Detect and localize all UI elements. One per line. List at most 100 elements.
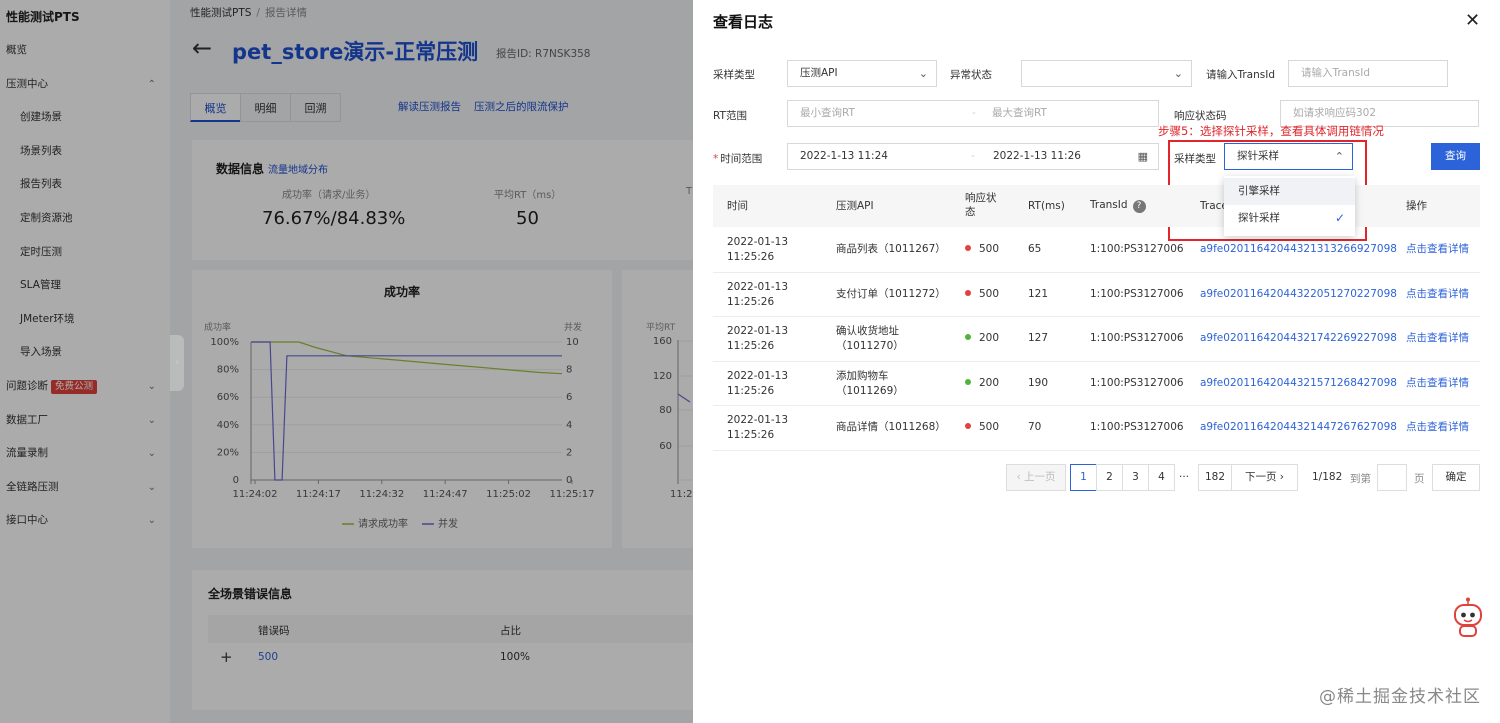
row-status: 500 [979,287,1000,300]
dropdown-option-probe[interactable]: 探针采样 ✓ [1224,205,1355,232]
cell-time: 2022-01-13 11:25:26 [727,235,788,265]
help-icon[interactable]: ? [1132,200,1146,213]
col-transid: TransId? [1090,198,1146,213]
cell-rt: 121 [1028,287,1048,302]
cell-op: 点击查看详情 [1406,331,1469,346]
log-table-header: 时间 压测API 响应状态 RT(ms) TransId? Trace 操作 [713,185,1480,227]
cell-transid: 1:100:PS3127006 [1090,376,1184,391]
cell-api: 支付订单（1011272） [836,287,946,302]
col-op: 操作 [1406,200,1427,212]
cell-op: 点击查看详情 [1406,420,1469,435]
view-detail-link[interactable]: 点击查看详情 [1406,377,1469,389]
row-time: 11:25:26 [727,251,775,263]
sidebar-collapse-handle[interactable]: ‹ [170,335,184,391]
transid-placeholder: 请输入TransId [1301,67,1371,79]
query-button[interactable]: 查询 [1431,143,1480,170]
close-icon[interactable]: ✕ [1465,10,1480,31]
cell-api: 确认收货地址 （1011270） [836,324,904,354]
row-trace-link[interactable]: a9fe0201164204432144726762709​8 [1200,421,1397,433]
page-button[interactable]: 3 [1122,464,1149,491]
view-detail-link[interactable]: 点击查看详情 [1406,243,1469,255]
cell-transid: 1:100:PS3127006 [1090,331,1184,346]
cell-api: 商品详情（1011268） [836,420,946,435]
cell-api: 商品列表（1011267） [836,242,946,257]
cell-time: 2022-01-13 11:25:26 [727,280,788,310]
view-detail-link[interactable]: 点击查看详情 [1406,421,1469,433]
col-status-line2: 态 [965,206,976,218]
cell-rt: 65 [1028,242,1041,257]
table-row: 2022-01-13 11:25:26 商品详情（1011268） 500 70 1:10… [713,406,1480,451]
time-range-picker[interactable]: 2022-1-13 11:24 - 2022-1-13 11:26 ▦ [787,143,1159,170]
cell-status: 500 [965,242,999,257]
next-page-label: 下一页 [1244,471,1277,483]
row-trace-link[interactable]: a9fe0201164204432174226922709​8 [1200,332,1397,344]
row-time: 11:25:26 [727,384,775,397]
sample-type-2-select[interactable]: 探针采样 ⌃ [1224,143,1353,170]
table-row: 2022-01-13 11:25:26 确认收货地址 （1011270） 200 127 1… [713,317,1480,362]
row-date: 2022-01-13 [727,236,789,248]
abnormal-status-label: 异常状态 [950,69,992,81]
chevron-down-icon: ⌄ [1173,67,1183,80]
transid-input[interactable]: 请输入TransId [1288,60,1448,87]
row-api: 支付订单（1011272） [836,287,946,300]
sample-type-2-value: 探针采样 [1237,150,1279,162]
view-detail-link[interactable]: 点击查看详情 [1406,332,1469,344]
row-date: 2022-01-13 [727,369,789,382]
cell-time: 2022-01-13 11:25:26 [727,369,788,399]
calendar-icon: ▦ [1137,150,1148,163]
time-range-sep: - [971,150,975,162]
time-end[interactable]: 2022-1-13 11:26 [993,144,1081,169]
row-date: 2022-01-13 [727,325,789,338]
sample-type-select[interactable]: 压测API ⌄ [787,60,937,87]
assistant-robot-icon[interactable] [1451,597,1485,639]
required-mark: * [713,153,719,165]
sample-type-value: 压测API [800,67,838,79]
page-button[interactable]: 1 [1070,464,1097,491]
status-dot [965,423,971,430]
time-start[interactable]: 2022-1-13 11:24 [800,150,888,162]
row-time: 11:25:26 [727,295,775,308]
goto-page-input[interactable] [1377,464,1407,491]
page-button[interactable]: 182 [1198,464,1232,491]
col-api: 压测API [836,200,874,212]
cell-trace: a9fe0201164204432157126842709​8 [1200,376,1397,391]
row-api: 确认收货地址 [836,325,899,338]
rt-max-placeholder: 最大查询RT [992,107,1047,119]
status-dot [965,245,971,251]
cell-op: 点击查看详情 [1406,242,1469,257]
row-trace-link[interactable]: a9fe020116420443213132669270​98 [1200,243,1397,255]
dropdown-option-engine[interactable]: 引擎采样 [1224,178,1355,205]
row-api: 商品列表（1011267） [836,243,946,255]
modal-overlay[interactable] [0,0,693,723]
rt-range-input[interactable]: 最小查询RT 最大查询RT - [787,100,1159,127]
col-rt: RT(ms) [1028,200,1065,212]
prev-page-button[interactable]: ‹ 上一页 [1006,464,1066,491]
cell-transid: 1:100:PS3127006 [1090,420,1184,435]
confirm-goto-button[interactable]: 确定 [1432,464,1480,491]
row-trace-link[interactable]: a9fe0201164204432157126842709​8 [1200,377,1397,389]
table-row: 2022-01-13 11:25:26 商品列表（1011267） 500 65 1:10… [713,228,1480,273]
row-transid: 1:100:PS3127006 [1090,421,1184,434]
sample-type-2-label: 采样类型 [1174,153,1216,165]
next-page-button[interactable]: 下一页 › [1231,464,1298,491]
drawer-title: 查看日志 [713,13,774,31]
row-rt: 190 [1028,376,1049,389]
page-button[interactable]: 4 [1148,464,1175,491]
cell-rt: 127 [1028,331,1048,346]
row-time: 11:25:26 [727,340,775,353]
pagination-ellipsis[interactable]: ··· [1179,471,1189,483]
cell-rt: 70 [1028,420,1041,435]
row-api-id: （1011269） [836,384,904,397]
cell-status: 200 [965,331,999,346]
option-label: 引擎采样 [1238,185,1280,197]
col-time: 时间 [727,200,748,212]
row-status: 200 [979,376,1000,389]
col-status-line1: 响应状 [965,192,997,204]
abnormal-status-select[interactable]: ⌄ [1021,60,1192,87]
page-total: 1/182 [1312,471,1343,483]
row-trace-link[interactable]: a9fe0201164204432205127022709​8 [1200,288,1397,300]
rt-min-placeholder: 最小查询RT [800,107,855,119]
page-button[interactable]: 2 [1096,464,1123,491]
view-detail-link[interactable]: 点击查看详情 [1406,288,1469,300]
row-rt: 127 [1028,332,1049,345]
